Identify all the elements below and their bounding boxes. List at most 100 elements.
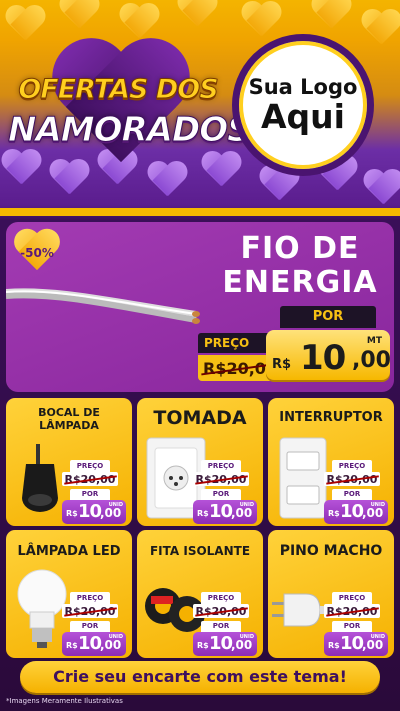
discount-badge: -50% (20, 246, 54, 260)
product-name: INTERRUPTOR (279, 410, 383, 425)
old-price-value: R$20,00 (326, 473, 378, 486)
por-label: POR (332, 621, 372, 632)
old-price: R$20,00 (324, 472, 380, 486)
featured-product-name: FIO DE ENERGIA (205, 232, 395, 300)
old-price-value: R$20,00 (195, 473, 247, 486)
price-unit: UNID (370, 634, 385, 640)
featured-preco-label: PREÇO (198, 333, 270, 353)
product-card: BOCAL DE LÂMPADA PREÇO R$20,00 POR R$ 10… (6, 398, 132, 526)
featured-new-price: R$ 10 ,00 MT (266, 330, 391, 380)
price-integer: 10 (209, 501, 233, 522)
heart-icon (360, 10, 400, 48)
preco-label: PREÇO (70, 592, 110, 604)
cta-banner[interactable]: Crie seu encarte com este tema! (20, 661, 380, 693)
product-name: PINO MACHO (279, 543, 383, 559)
price-integer: 10 (209, 633, 233, 654)
price-cents: ,00 (362, 638, 384, 652)
featured-old-price: R$20,00 (198, 355, 277, 381)
price-unit: UNID (370, 502, 385, 508)
product-name: LÂMPADA LED (17, 544, 121, 559)
featured-name-line-2: ENERGIA (222, 265, 378, 300)
product-name: FITA ISOLANTE (149, 544, 251, 558)
price-currency: R$ (197, 641, 209, 650)
new-price: R$ 10 ,00 UNID (193, 500, 257, 524)
price-integer: 10 (340, 633, 364, 654)
led-bulb-image (17, 569, 67, 648)
switch-image (279, 437, 327, 519)
featured-name-line-1: FIO DE (240, 231, 360, 266)
old-price: R$20,00 (193, 472, 249, 486)
preco-label: PREÇO (201, 592, 241, 604)
title-line-2: NAMORADOS (8, 110, 253, 151)
heart-icon (310, 0, 352, 32)
product-name: BOCAL DE LÂMPADA (6, 406, 132, 432)
title-line-1: OFERTAS DOS (18, 74, 219, 106)
price-integer: 10 (78, 633, 102, 654)
product-card: INTERRUPTOR PREÇO R$20,00 POR R$ 10 ,00 … (268, 398, 394, 526)
old-price-value: R$20,00 (64, 605, 116, 618)
old-price: R$20,00 (62, 472, 118, 486)
new-price: R$ 10 ,00 UNID (62, 500, 126, 524)
product-name: TOMADA (153, 407, 247, 429)
preco-label: PREÇO (201, 460, 241, 472)
product-card: LÂMPADA LED PREÇO R$20,00 POR R$ 10 ,00 … (6, 530, 132, 658)
product-name-line-1: BOCAL DE (38, 406, 100, 419)
old-price-value: R$20,00 (195, 605, 247, 618)
product-card: TOMADA PREÇO R$20,00 POR R$ 10 ,00 UNID (137, 398, 263, 526)
price-cents: ,00 (231, 638, 253, 652)
price-unit: UNID (239, 502, 254, 508)
price-cents: ,00 (352, 348, 391, 373)
cable-image (6, 288, 200, 324)
price-cents: ,00 (100, 506, 122, 520)
price-unit: UNID (108, 502, 123, 508)
price-cents: ,00 (362, 506, 384, 520)
flyer: OFERTAS DOS NAMORADOS Sua Logo Aqui -50%… (0, 0, 400, 711)
por-label: POR (332, 489, 372, 500)
new-price: R$ 10 ,00 UNID (324, 632, 388, 656)
product-name-line-2: LÂMPADA (39, 419, 99, 432)
price-currency: R$ (328, 641, 340, 650)
preco-label: PREÇO (332, 592, 372, 604)
product-card: FITA ISOLANTE PREÇO R$20,00 POR R$ 10 ,0… (137, 530, 263, 658)
price-currency: R$ (272, 357, 292, 372)
logo-placeholder: Sua Logo Aqui (232, 34, 374, 176)
old-price-value: R$20,00 (326, 605, 378, 618)
heart-icon (4, 6, 46, 44)
price-integer: 10 (78, 501, 102, 522)
price-currency: R$ (66, 509, 78, 518)
old-price: R$20,00 (62, 604, 118, 618)
product-card: PINO MACHO PREÇO R$20,00 POR R$ 10 ,00 U… (268, 530, 394, 658)
price-integer: 10 (300, 338, 346, 378)
logo-text-line-1: Sua Logo (248, 75, 358, 99)
old-price: R$20,00 (324, 604, 380, 618)
price-cents: ,00 (100, 638, 122, 652)
logo-text-line-2: Aqui (261, 97, 345, 136)
featured-por-label: POR (280, 306, 376, 328)
old-price: R$20,00 (193, 604, 249, 618)
new-price: R$ 10 ,00 UNID (324, 500, 388, 524)
footnote: *Imagens Meramente Ilustrativas (6, 697, 123, 705)
heart-icon (362, 170, 400, 208)
price-currency: R$ (197, 509, 209, 518)
heart-icon (58, 0, 100, 32)
price-unit: MT (366, 336, 382, 346)
por-label: POR (70, 489, 110, 500)
preco-label: PREÇO (332, 460, 372, 472)
bulb-socket-image (22, 444, 58, 512)
new-price: R$ 10 ,00 UNID (193, 632, 257, 656)
price-unit: UNID (239, 634, 254, 640)
separator-band (0, 208, 400, 216)
price-currency: R$ (66, 641, 78, 650)
por-label: POR (201, 621, 241, 632)
old-currency: R$ (203, 359, 227, 378)
old-price-value: R$20,00 (64, 473, 116, 486)
heart-icon (176, 0, 218, 30)
por-label: POR (70, 621, 110, 632)
heart-icon (240, 2, 282, 40)
heart-icon (118, 4, 160, 42)
price-integer: 10 (340, 501, 364, 522)
title-badge: OFERTAS DOS NAMORADOS (8, 52, 253, 170)
por-label: POR (201, 489, 241, 500)
new-price: R$ 10 ,00 UNID (62, 632, 126, 656)
price-cents: ,00 (231, 506, 253, 520)
